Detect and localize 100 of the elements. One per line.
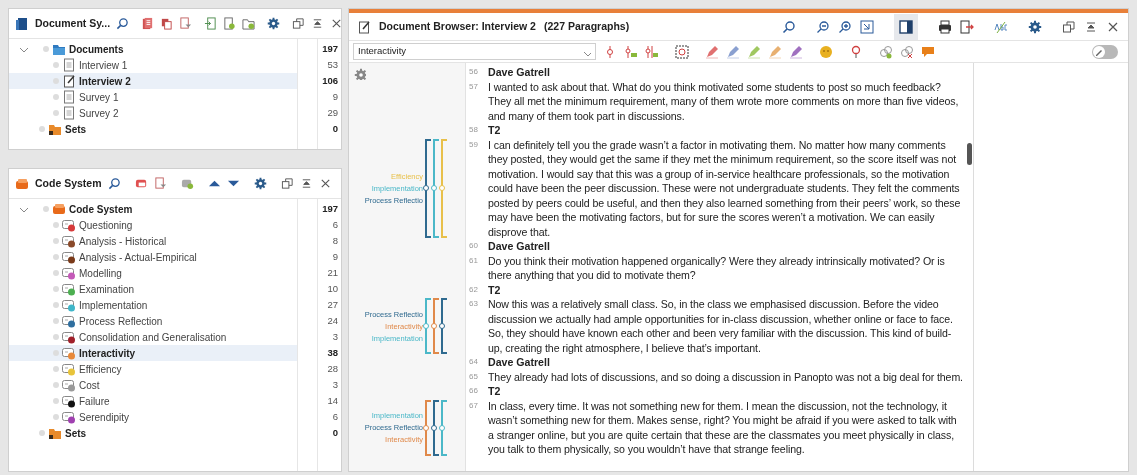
coding-stripe[interactable]	[441, 298, 447, 354]
tree-item[interactable]: Survey 2	[9, 105, 297, 121]
line-number: 63	[468, 298, 479, 310]
count-label: 53	[327, 57, 338, 72]
selection-frame-icon[interactable]	[675, 44, 689, 59]
tree-item-label: Survey 2	[79, 106, 119, 121]
tree-item-label: Questioning	[79, 218, 133, 233]
tree-handle-icon	[53, 78, 59, 84]
tree-item[interactable]: Serendipity	[9, 409, 297, 425]
code-tag-icon	[62, 362, 76, 376]
tree-item[interactable]: Analysis - Historical	[9, 233, 297, 249]
count-label: 8	[332, 233, 338, 248]
tree-handle-icon	[53, 382, 59, 388]
tree-item[interactable]: Sets	[9, 425, 297, 441]
highlighter-icon[interactable]	[726, 44, 740, 59]
tree-item[interactable]: Sets	[9, 121, 297, 137]
tree-handle-icon	[53, 286, 59, 292]
settings-icon[interactable]	[267, 17, 281, 30]
highlighter-icon[interactable]	[705, 44, 719, 59]
tree-item[interactable]: Questioning	[9, 217, 297, 233]
tree-item[interactable]: Cost	[9, 377, 297, 393]
new-document-icon[interactable]	[223, 17, 237, 30]
tree-item[interactable]: Code System	[9, 201, 297, 217]
zoom-in-icon[interactable]	[838, 19, 852, 34]
undock-icon[interactable]	[292, 17, 306, 30]
line-number: 66	[468, 385, 479, 397]
printer-icon[interactable]	[938, 19, 952, 34]
count-label: 27	[327, 297, 338, 312]
code-dropdown[interactable]: Interactivity	[353, 43, 596, 60]
coding-stripe[interactable]	[433, 399, 439, 456]
tree-handle-icon	[53, 94, 59, 100]
tree-item[interactable]: Efficiency	[9, 361, 297, 377]
import-document-icon[interactable]	[204, 17, 218, 30]
speech-bubble-icon[interactable]	[921, 44, 935, 59]
scrollbar-thumb[interactable]	[967, 143, 972, 165]
link-remove-icon[interactable]	[900, 44, 914, 59]
coding-stripe[interactable]	[433, 298, 439, 354]
coded-segment-icon[interactable]	[624, 44, 638, 59]
pin-icon[interactable]	[849, 44, 863, 59]
undock-icon[interactable]	[1062, 19, 1076, 34]
document-view-icon[interactable]	[860, 19, 874, 34]
tree-item[interactable]: Interview 1	[9, 57, 297, 73]
copy-icon[interactable]	[160, 17, 174, 30]
coding-stripe[interactable]	[425, 399, 431, 456]
tree-item[interactable]: Implementation	[9, 297, 297, 313]
tree-item[interactable]: Failure	[9, 393, 297, 409]
tree-handle-icon	[53, 254, 59, 260]
tree-item[interactable]: Modelling	[9, 265, 297, 281]
coding-stripe[interactable]	[425, 138, 431, 238]
document-icon	[62, 90, 76, 104]
document-filter-icon[interactable]	[179, 17, 193, 30]
search-icon[interactable]	[107, 177, 121, 190]
settings-icon[interactable]	[1028, 19, 1042, 34]
code-tag-icon	[62, 314, 76, 328]
tree-handle-icon	[53, 270, 59, 276]
tree-item-label: Implementation	[79, 298, 148, 313]
paragraph-text: Now this was a relatively small class. So, in the class we emphasised discussion. Before the video discussion we actually had ample opportunities for in-class discussion, whether online or face to face. So, they should have known each other and been very familiar with the discussion. This kind of build-up, creating the right atmosphere, I believe that’s important.	[488, 297, 954, 355]
spellcheck-icon[interactable]	[994, 19, 1008, 34]
document-stack-icon[interactable]	[141, 17, 155, 30]
code-list-icon[interactable]	[134, 177, 148, 190]
minimize-icon[interactable]	[1084, 19, 1098, 34]
tree-item-label: Interactivity	[79, 346, 136, 361]
tree-handle-icon	[53, 110, 59, 116]
tree-item[interactable]: Interview 2	[9, 73, 297, 89]
tree-handle-icon	[53, 238, 59, 244]
tree-item[interactable]: Documents	[9, 41, 297, 57]
paragraph-text: In class, every time. It was not something new for them. I mean the discussion, not the technology, it wasn’t something new for them. Makes sense, right? You might be afraid if you were asked to talk with a stranger online, but you are quite certain that these are the classmates you meet physically in class, you talk to them physically, so you wouldn’t have that strange feeling.	[488, 398, 958, 457]
new-folder-icon[interactable]	[242, 17, 256, 30]
code-tag-icon	[62, 250, 76, 264]
tree-item[interactable]: Survey 1	[9, 89, 297, 105]
line-number: 60	[468, 240, 479, 252]
count-label: 9	[332, 89, 338, 104]
tree-item[interactable]: Process Reflection	[9, 313, 297, 329]
search-icon[interactable]	[782, 19, 796, 34]
panel-toggle-button[interactable]	[894, 13, 918, 40]
tree-item[interactable]: Interactivity	[9, 345, 297, 361]
tree-item-label: Examination	[79, 282, 135, 297]
highlighter-icon[interactable]	[789, 44, 803, 59]
document-filter-icon[interactable]	[153, 177, 167, 190]
tree-item[interactable]: Consolidation and Generalisation	[9, 329, 297, 345]
tree-item[interactable]: Examination	[9, 281, 297, 297]
export-icon[interactable]	[960, 19, 974, 34]
speaker-name: Dave Gatrell	[488, 355, 551, 370]
segments-icon[interactable]	[645, 44, 659, 59]
panel-layout-icon	[899, 19, 913, 34]
tree-item-label: Survey 1	[79, 90, 119, 105]
speaker-name: Dave Gatrell	[488, 65, 551, 80]
edit-mode-toggle[interactable]	[1092, 44, 1118, 59]
count-label: 6	[332, 217, 338, 232]
code-tag-icon	[62, 282, 76, 296]
settings-icon[interactable]	[253, 177, 267, 190]
tree-item[interactable]: Analysis - Actual-Empirical	[9, 249, 297, 265]
undock-icon[interactable]	[280, 177, 294, 190]
count-label: 0	[332, 121, 338, 136]
search-icon[interactable]	[116, 17, 130, 30]
zoom-out-icon[interactable]	[816, 19, 830, 34]
speaker-name: Dave Gatrell	[488, 239, 551, 254]
settings-icon[interactable]	[354, 68, 366, 80]
count-label: 106	[322, 73, 338, 88]
smiley-icon[interactable]	[819, 44, 833, 59]
